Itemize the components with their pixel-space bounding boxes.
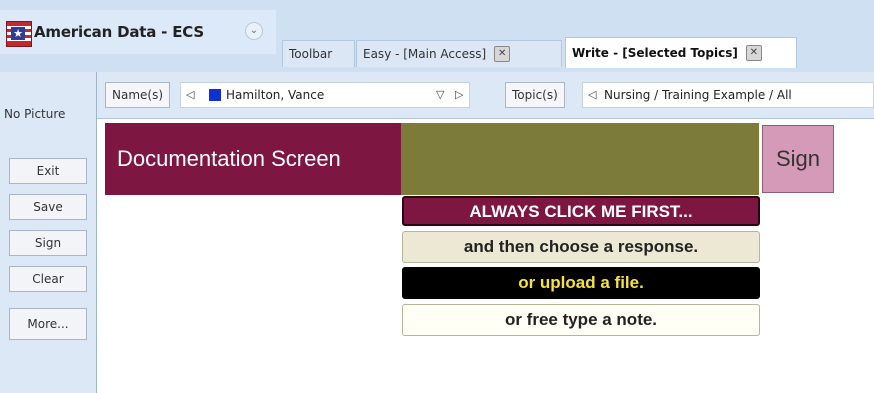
tab-main-access[interactable]: Easy - [Main Access] ✕ — [356, 40, 562, 67]
app-logo-flag-icon: ★ — [6, 21, 32, 47]
more-button[interactable]: More... — [9, 308, 87, 340]
upload-file-button[interactable]: or upload a file. — [402, 267, 760, 299]
choose-response-button[interactable]: and then choose a response. — [402, 231, 760, 263]
close-icon[interactable]: ✕ — [745, 45, 762, 61]
tab-label: Write - [Selected Topics] — [572, 46, 738, 60]
tab-toolbar[interactable]: Toolbar — [282, 40, 355, 67]
dropdown-icon[interactable]: ▽ — [436, 83, 444, 107]
app-menu-chevron-icon[interactable]: ⌄ — [245, 22, 263, 40]
sign-button[interactable]: Sign — [762, 125, 834, 193]
tab-label: Easy - [Main Access] — [363, 47, 487, 61]
app-title: American Data - ECS — [34, 23, 204, 41]
topic-value: Nursing / Training Example / All — [604, 88, 792, 102]
name-selector[interactable]: ◁ Hamilton, Vance ▽ ▷ — [180, 82, 470, 108]
patient-color-swatch — [209, 89, 221, 101]
next-name-icon[interactable]: ▷ — [455, 83, 463, 107]
names-label[interactable]: Name(s) — [105, 82, 171, 108]
tab-selected-topics[interactable]: Write - [Selected Topics] ✕ — [565, 37, 797, 68]
documentation-screen-banner: Documentation Screen — [105, 123, 401, 195]
name-value: Hamilton, Vance — [226, 88, 325, 102]
documentation-area: Documentation Screen Sign ALWAYS CLICK M… — [97, 119, 874, 393]
previous-topic-icon[interactable]: ◁ — [588, 83, 596, 107]
previous-name-icon[interactable]: ◁ — [186, 83, 194, 107]
no-picture-label: No Picture — [4, 107, 66, 121]
tab-label: Toolbar — [289, 47, 333, 61]
app-menu[interactable]: ★ American Data - ECS ⌄ — [0, 10, 276, 54]
exit-button[interactable]: Exit — [9, 158, 87, 184]
title-bar: ★ American Data - ECS ⌄ Toolbar Easy - [… — [0, 0, 874, 72]
save-button[interactable]: Save — [9, 194, 87, 220]
topics-label[interactable]: Topic(s) — [505, 82, 565, 108]
close-icon[interactable]: ✕ — [494, 46, 511, 62]
always-click-me-first-button[interactable]: ALWAYS CLICK ME FIRST... — [402, 196, 760, 226]
selector-row: Name(s) ◁ Hamilton, Vance ▽ ▷ Topic(s) ◁… — [97, 72, 874, 119]
sidebar: No Picture Exit Save Sign Clear More... — [0, 72, 97, 393]
free-type-note-button[interactable]: or free type a note. — [402, 304, 760, 336]
sign-side-button[interactable]: Sign — [9, 230, 87, 256]
topic-selector[interactable]: ◁ Nursing / Training Example / All — [582, 82, 874, 108]
clear-button[interactable]: Clear — [9, 266, 87, 292]
header-panel — [401, 123, 759, 195]
